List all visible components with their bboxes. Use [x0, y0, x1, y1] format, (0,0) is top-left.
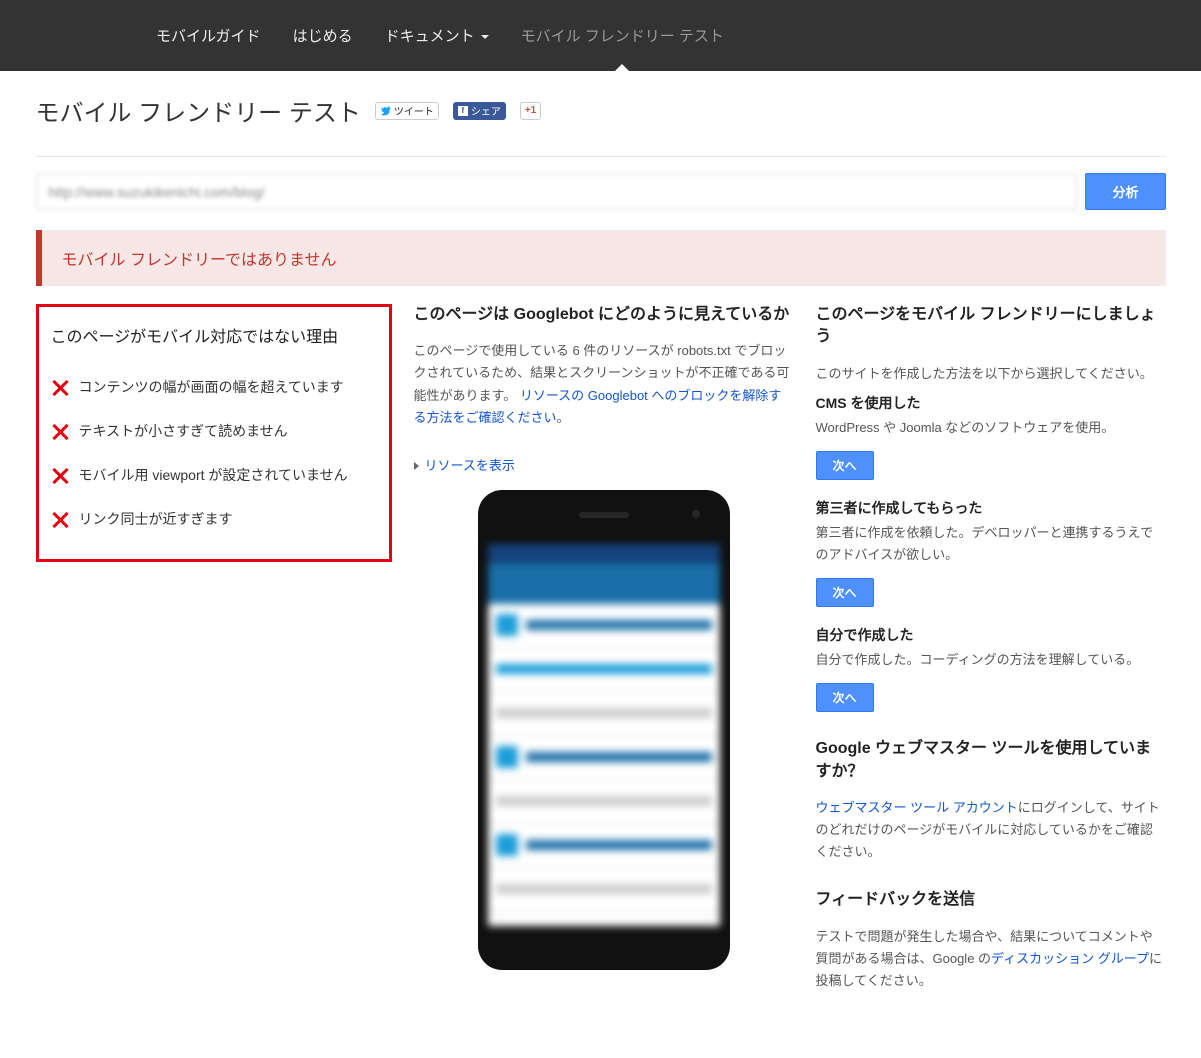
top-navigation: モバイルガイド はじめる ドキュメント モバイル フレンドリー テスト	[0, 0, 1201, 71]
url-input[interactable]	[36, 173, 1078, 210]
caret-right-icon	[414, 462, 419, 470]
x-icon	[51, 378, 69, 396]
google-plus-one-button[interactable]: +1	[520, 102, 541, 120]
feedback-section: フィードバックを送信 テストで問題が発生した場合や、結果についてコメントや質問が…	[816, 889, 1166, 992]
reasons-box: このページがモバイル対応ではない理由 コンテンツの幅が画面の幅を超えています テ…	[36, 304, 392, 562]
fix-title: このページをモバイル フレンドリーにしましょう	[816, 304, 1166, 349]
x-icon	[51, 510, 69, 528]
nav-getting-started[interactable]: はじめる	[277, 0, 369, 71]
next-button-self[interactable]: 次へ	[816, 683, 874, 712]
reason-item: モバイル用 viewport が設定されていません	[51, 453, 377, 497]
title-row: モバイル フレンドリー テスト ツイート シェア +1	[36, 93, 1166, 157]
fix-option-heading: 第三者に作成してもらった	[816, 498, 1166, 518]
wmt-section: Google ウェブマスター ツールを使用していますか？ ウェブマスター ツール…	[816, 738, 1166, 863]
show-resources-toggle[interactable]: リソースを表示	[414, 455, 515, 474]
fix-option-desc: 第三者に作成を依頼した。デベロッパーと連携するうえでのアドバイスが欲しい。	[816, 522, 1166, 566]
reason-item: リンク同士が近すぎます	[51, 497, 377, 541]
reasons-title: このページがモバイル対応ではない理由	[51, 323, 377, 347]
nav-mobile-guide[interactable]: モバイルガイド	[140, 0, 277, 71]
wmt-account-link[interactable]: ウェブマスター ツール アカウント	[816, 800, 1018, 815]
phone-mockup	[478, 490, 730, 970]
next-button-thirdparty[interactable]: 次へ	[816, 578, 874, 607]
fix-intro: このサイトを作成した方法を以下から選択してください。	[816, 363, 1166, 385]
fix-option-desc: 自分で作成した。コーディングの方法を理解している。	[816, 649, 1166, 671]
nav-mobile-friendly-test[interactable]: モバイル フレンドリー テスト	[505, 0, 740, 71]
fix-option-heading: 自分で作成した	[816, 625, 1166, 645]
page-title: モバイル フレンドリー テスト	[36, 93, 361, 128]
nav-documents[interactable]: ドキュメント	[369, 0, 505, 71]
fix-option-desc: WordPress や Joomla などのソフトウェアを使用。	[816, 417, 1166, 439]
wmt-body: ウェブマスター ツール アカウントにログインして、サイトのどれだけのページがモバ…	[816, 797, 1166, 863]
fix-option-heading: CMS を使用した	[816, 393, 1166, 413]
chevron-down-icon	[481, 35, 489, 39]
discussion-group-link[interactable]: ディスカッション グループ	[991, 951, 1149, 966]
analyze-button[interactable]: 分析	[1085, 173, 1165, 210]
reason-item: テキストが小さすぎて読めません	[51, 409, 377, 453]
feedback-title: フィードバックを送信	[816, 889, 1166, 911]
x-icon	[51, 466, 69, 484]
phone-screen-preview	[488, 544, 720, 926]
googlebot-title: このページは Googlebot にどのように見えているか	[414, 304, 794, 326]
feedback-body: テストで問題が発生した場合や、結果についてコメントや質問がある場合は、Googl…	[816, 926, 1166, 992]
facebook-share-button[interactable]: シェア	[453, 102, 506, 120]
next-button-cms[interactable]: 次へ	[816, 451, 874, 480]
x-icon	[51, 422, 69, 440]
tweet-button[interactable]: ツイート	[375, 102, 439, 120]
wmt-title: Google ウェブマスター ツールを使用していますか？	[816, 738, 1166, 783]
googlebot-description: このページで使用している 6 件のリソースが robots.txt でブロックさ…	[414, 340, 794, 428]
url-input-row: 分析	[36, 173, 1166, 210]
reason-item: コンテンツの幅が画面の幅を超えています	[51, 365, 377, 409]
result-alert: モバイル フレンドリーではありません	[36, 230, 1166, 286]
fix-section: このページをモバイル フレンドリーにしましょう このサイトを作成した方法を以下か…	[816, 304, 1166, 712]
